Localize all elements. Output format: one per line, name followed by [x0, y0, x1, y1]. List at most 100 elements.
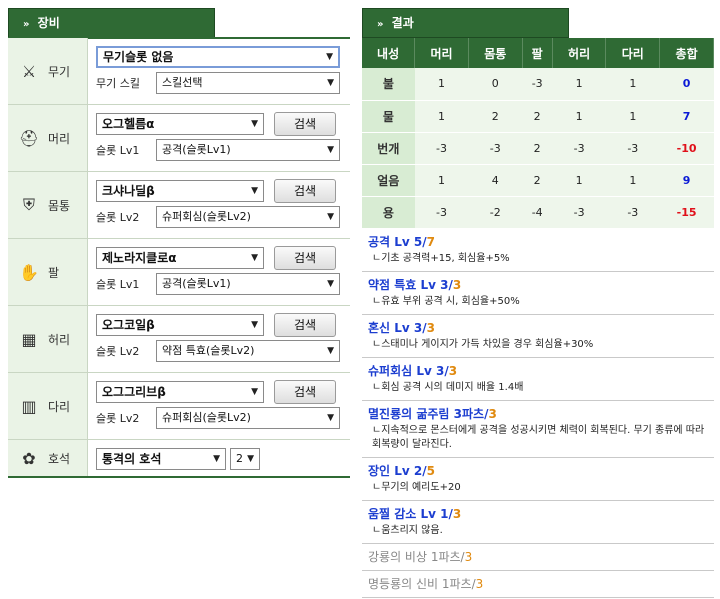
equip-item-select[interactable]: 제노라지클로α ▼ — [96, 247, 264, 269]
resist-name: 번개 — [362, 132, 415, 165]
skill-description: ㄴ기초 공격력+15, 회심율+5% — [372, 252, 510, 264]
resist-value: -3 — [468, 132, 523, 165]
table-header: 몸통 — [468, 38, 523, 68]
charm-icon: ✿ — [22, 448, 36, 468]
charm-level-value: 2 — [236, 452, 243, 465]
charm-select-value: 통격의 호석 — [102, 452, 162, 466]
chevron-down-icon: ▼ — [327, 78, 334, 88]
equip-row-0: ⚔ 무기 무기슬롯 없음 ▼ 무기 스킬 스킬선택 ▼ — [8, 38, 350, 105]
resist-value: 1 — [605, 100, 660, 133]
equip-label: 허리 — [48, 332, 71, 347]
skill-name-text: 움찔 감소 Lv 1/ — [368, 506, 453, 521]
slot-skill-select[interactable]: 약점 특효(슬롯Lv2) ▼ — [156, 340, 340, 362]
resist-value: 1 — [552, 100, 606, 133]
chevron-down-icon: ▼ — [251, 186, 258, 196]
table-row: 번개 -3 -3 2 -3 -3 -10 — [362, 132, 714, 165]
skill-item: 약점 특효 Lv 3/3 ㄴ유효 부위 공격 시, 회심율+50% — [362, 272, 714, 315]
skill-name: 약점 특효 Lv 3/3 — [368, 276, 708, 293]
skill-description: ㄴ회심 공격 시의 데미지 배율 1.4배 — [372, 381, 524, 393]
skill-description: ㄴ움츠리지 않음. — [372, 524, 443, 536]
skill-description: ㄴ유효 부위 공격 시, 회심율+50% — [372, 295, 520, 307]
resist-value: 1 — [552, 68, 606, 101]
skill-name-text: 강룡의 비상 1파츠/ — [368, 549, 465, 564]
resist-value: 1 — [414, 100, 469, 133]
table-row: 물122117 — [362, 100, 714, 133]
chevron-down-icon: ▼ — [213, 454, 220, 464]
equip-item-select[interactable]: 크샤나딜β ▼ — [96, 180, 264, 202]
resist-name: 불 — [362, 68, 415, 101]
equip-item-select[interactable]: 무기슬롯 없음 ▼ — [96, 46, 340, 68]
resist-name: 물 — [362, 100, 415, 133]
resist-value: 4 — [468, 164, 523, 197]
slot-skill-value: 공격(슬롯Lv1) — [162, 143, 231, 156]
gauntlet-icon: ✋ — [19, 262, 39, 282]
charm-level-select[interactable]: 2 ▼ — [230, 448, 260, 470]
skill-max-level: 3 — [452, 506, 462, 521]
chevron-down-icon: ▼ — [327, 279, 334, 289]
equipment-tab[interactable]: » 장비 — [8, 8, 215, 38]
skill-name: 혼신 Lv 3/3 — [368, 319, 708, 336]
equip-label: 몸통 — [48, 198, 71, 213]
skill-max-level: 3 — [448, 363, 458, 378]
slot-skill-select[interactable]: 슈퍼회심(슬롯Lv2) ▼ — [156, 407, 340, 429]
skill-name-text: 장인 Lv 2/ — [368, 463, 427, 478]
skill-max-level: 7 — [426, 234, 435, 249]
slot-skill-select[interactable]: 슈퍼회심(슬롯Lv2) ▼ — [156, 206, 340, 228]
skill-max-level: 3 — [488, 406, 497, 421]
skill-max-level: 3 — [452, 277, 462, 292]
chevron-down-icon: ▼ — [327, 346, 334, 356]
resist-value: -3 — [414, 196, 469, 229]
table-header: 다리 — [605, 38, 661, 68]
skill-max-level: 3 — [426, 320, 435, 335]
slot-skill-select[interactable]: 공격(슬롯Lv1) ▼ — [156, 139, 340, 161]
equipment-tab-label: 장비 — [37, 16, 60, 30]
slot-label: 슬롯 Lv2 — [96, 345, 140, 358]
resist-total: -10 — [659, 132, 714, 165]
skill-description: ㄴ무기의 예리도+20 — [372, 481, 461, 493]
chevron-down-icon: ▼ — [251, 253, 258, 263]
equip-item-value: 제노라지클로α — [102, 251, 177, 265]
resist-value: -3 — [552, 196, 606, 229]
resist-value: 2 — [468, 100, 523, 133]
weapon-icon: ⚔ — [21, 61, 37, 81]
table-header: 머리 — [414, 38, 469, 68]
equip-item-select[interactable]: 오그코일β ▼ — [96, 314, 264, 336]
skill-max-level: 3 — [464, 549, 473, 564]
resist-value: 2 — [522, 164, 553, 197]
resist-value: 1 — [605, 164, 660, 197]
skill-name-text: 명등룡의 신비 1파츠/ — [368, 576, 476, 591]
skill-description: ㄴ스태미나 게이지가 가득 차있을 경우 회심율+30% — [372, 338, 594, 350]
equip-item-value: 무기슬롯 없음 — [103, 50, 174, 64]
charm-label: 호석 — [48, 451, 71, 466]
resist-value: -3 — [414, 132, 469, 165]
table-header: 허리 — [552, 38, 607, 68]
equip-item-select[interactable]: 오그그리브β ▼ — [96, 381, 264, 403]
skill-item: 장인 Lv 2/5 ㄴ무기의 예리도+20 — [362, 458, 714, 501]
chevron-down-icon: ▼ — [251, 119, 258, 129]
skill-item: 공격 Lv 5/7 ㄴ기초 공격력+15, 회심율+5% — [362, 229, 714, 272]
slot-skill-value: 슈퍼회심(슬롯Lv2) — [162, 210, 251, 223]
slot-skill-select[interactable]: 공격(슬롯Lv1) ▼ — [156, 273, 340, 295]
search-button[interactable]: 검색 — [274, 246, 336, 270]
skill-name: 명등룡의 신비 1파츠/3 — [368, 575, 708, 592]
search-button[interactable]: 검색 — [274, 313, 336, 337]
result-tab[interactable]: » 결과 — [362, 8, 569, 38]
resist-total: 0 — [659, 68, 714, 101]
equip-item-value: 오그헬름α — [102, 117, 155, 131]
equip-row-3: ✋ 팔 제노라지클로α ▼ 검색 슬롯 Lv1 공격(슬롯Lv1) ▼ — [8, 239, 350, 306]
tab-arrow-icon: » — [377, 19, 384, 30]
skill-name-text: 슈퍼회심 Lv 3/ — [368, 363, 449, 378]
skill-name-text: 혼신 Lv 3/ — [368, 320, 427, 335]
search-button[interactable]: 검색 — [274, 179, 336, 203]
equip-item-select[interactable]: 오그헬름α ▼ — [96, 113, 264, 135]
equip-row-5: ▥ 다리 오그그리브β ▼ 검색 슬롯 Lv2 슈퍼회심(슬롯Lv2) ▼ — [8, 373, 350, 440]
resist-value: -4 — [522, 196, 553, 229]
charm-select[interactable]: 통격의 호석 ▼ — [96, 448, 226, 470]
resist-total: -15 — [659, 196, 714, 229]
slot-skill-select[interactable]: 스킬선택 ▼ — [156, 72, 340, 94]
result-panel: 내성 머리 몸통 팔 허리 다리 총합 불 1 0 -3 1 1 0 물 1 2 2 1 1 7 번개 -3 -3 2 -3 -3… — [362, 38, 714, 598]
search-button[interactable]: 검색 — [274, 112, 336, 136]
search-button[interactable]: 검색 — [274, 380, 336, 404]
resist-value: -3 — [605, 132, 660, 165]
skill-name-text: 공격 Lv 5/ — [368, 234, 427, 249]
